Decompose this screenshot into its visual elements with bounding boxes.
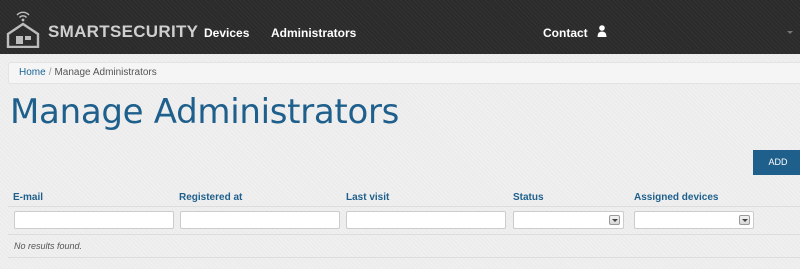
- brand-name[interactable]: SMARTSECURITY: [48, 22, 198, 42]
- chevron-down-icon: [739, 215, 750, 225]
- nav-devices[interactable]: Devices: [204, 26, 249, 40]
- user-icon[interactable]: [597, 25, 607, 37]
- breadcrumb-separator: /: [48, 67, 52, 78]
- breadcrumb-current: Manage Administrators: [54, 67, 157, 78]
- email-filter-input[interactable]: [14, 211, 174, 229]
- nav-contact[interactable]: Contact: [543, 26, 588, 40]
- navbar: SMARTSECURITY Devices Administrators Con…: [0, 0, 800, 54]
- nav-administrators[interactable]: Administrators: [271, 26, 356, 40]
- no-results-text: No results found.: [14, 241, 83, 251]
- chevron-down-icon: [609, 215, 620, 225]
- column-registered-at[interactable]: Registered at: [179, 192, 242, 203]
- empty-row: No results found.: [8, 235, 800, 258]
- add-button[interactable]: ADD: [753, 150, 800, 175]
- registered-at-filter-input[interactable]: [180, 211, 340, 229]
- filter-row: [8, 207, 800, 235]
- table-header: E-mail Registered at Last visit Status A…: [8, 186, 800, 207]
- column-status[interactable]: Status: [513, 192, 544, 203]
- wifi-house-icon[interactable]: [6, 8, 40, 48]
- column-email[interactable]: E-mail: [13, 192, 43, 203]
- column-assigned-devices[interactable]: Assigned devices: [634, 192, 718, 203]
- breadcrumb-home-link[interactable]: Home: [19, 67, 46, 78]
- page-title: Manage Administrators: [10, 92, 400, 132]
- breadcrumb: Home / Manage Administrators: [8, 62, 800, 84]
- caret-down-icon[interactable]: [787, 31, 793, 34]
- assigned-devices-filter-select[interactable]: [634, 211, 754, 229]
- status-filter-select[interactable]: [513, 211, 624, 229]
- last-visit-filter-input[interactable]: [346, 211, 506, 229]
- column-last-visit[interactable]: Last visit: [346, 192, 389, 203]
